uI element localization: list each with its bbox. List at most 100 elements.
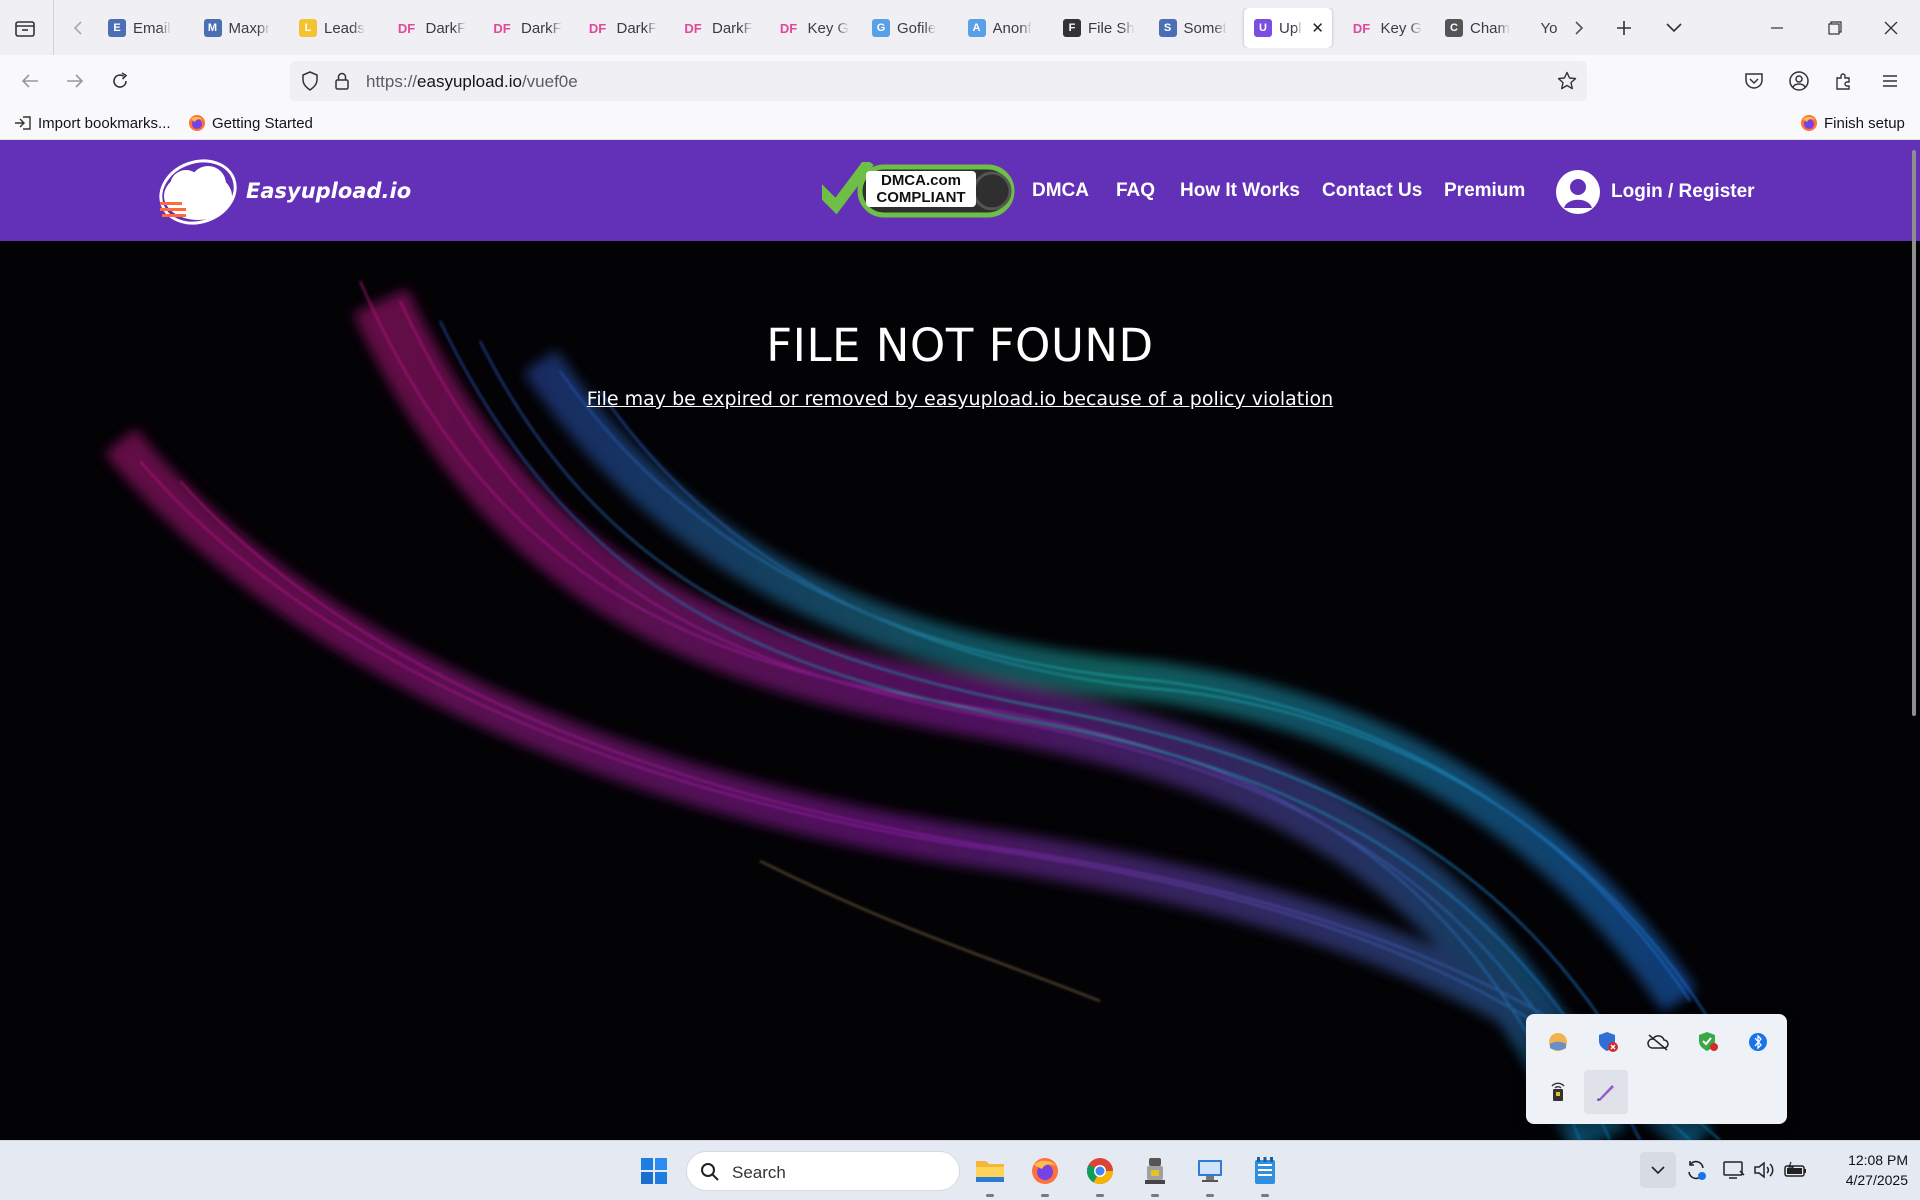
tab-favicon-icon: L <box>299 19 317 37</box>
url-scheme: https:// <box>366 72 418 91</box>
url-text[interactable]: https://easyupload.io/vuef0e <box>366 72 578 92</box>
chrome-taskbar-icon[interactable] <box>1080 1151 1120 1197</box>
file-removed-message-link[interactable]: File may be expired or removed by easyup… <box>0 388 1920 410</box>
login-register-link[interactable]: Login / Register <box>1611 181 1755 203</box>
minimize-icon[interactable] <box>1762 14 1792 42</box>
running-indicator <box>1261 1194 1269 1197</box>
browser-tab[interactable]: DF DarkF <box>385 8 477 48</box>
file-explorer-icon[interactable] <box>970 1151 1010 1197</box>
antivirus-check-icon[interactable] <box>1686 1020 1730 1064</box>
windows-start-icon[interactable] <box>634 1151 674 1191</box>
notepad-icon[interactable] <box>1245 1151 1285 1197</box>
tab-scroll-left-icon[interactable] <box>66 14 90 42</box>
tab-title: Key G <box>807 19 850 37</box>
tab-title: Email <box>133 19 171 37</box>
tracking-protection-shield-icon[interactable] <box>298 69 322 93</box>
restore-icon[interactable] <box>1820 14 1850 42</box>
tab-title: DarkF <box>425 19 467 37</box>
bluetooth-icon[interactable] <box>1736 1020 1780 1064</box>
list-all-tabs-icon[interactable] <box>1659 14 1689 42</box>
finish-setup-button[interactable]: Finish setup <box>1800 112 1905 134</box>
nav-contact-us[interactable]: Contact Us <box>1322 180 1422 202</box>
app-tools-icon[interactable] <box>1135 1151 1175 1197</box>
battery-icon[interactable] <box>1782 1156 1810 1184</box>
search-placeholder: Search <box>732 1163 786 1182</box>
onedrive-offline-icon[interactable] <box>1636 1020 1680 1064</box>
tabs: E Email M Maxpr L Leads DF DarkF DF DarkF DF DarkF D… <box>98 8 1558 48</box>
reload-icon[interactable] <box>104 65 136 97</box>
bookmark-star-icon[interactable] <box>1555 69 1579 93</box>
clock-date: 4/27/2025 <box>1845 1172 1908 1188</box>
taskbar-search-box[interactable]: Search <box>686 1151 960 1191</box>
page-title: FILE NOT FOUND <box>766 319 1154 372</box>
bookmark-import[interactable]: Import bookmarks... <box>14 112 171 134</box>
tab-title: File Sh <box>1088 19 1135 37</box>
show-hidden-icons-chevron-up-icon[interactable] <box>1640 1152 1676 1188</box>
nav-how-it-works[interactable]: How It Works <box>1180 180 1300 202</box>
clock-time: 12:08 PM <box>1848 1152 1908 1168</box>
sync-icon[interactable] <box>1682 1156 1710 1184</box>
back-icon[interactable] <box>14 65 46 97</box>
dmca-compliant-badge[interactable]: DMCA.com COMPLIANT <box>822 162 1018 220</box>
lock-icon[interactable] <box>330 69 354 93</box>
tab-title: You <box>1540 19 1559 37</box>
tab-favicon-icon: F <box>1063 19 1081 37</box>
tab-title: Gofile <box>897 19 937 37</box>
browser-tab[interactable]: DF Key G <box>767 8 859 48</box>
tab-strip: E Email M Maxpr L Leads DF DarkF DF DarkF DF DarkF D… <box>0 0 1920 55</box>
user-avatar-icon[interactable] <box>1556 170 1600 214</box>
tab-list-icon[interactable] <box>10 14 40 42</box>
weather-app-icon[interactable] <box>1536 1020 1580 1064</box>
pocket-icon[interactable] <box>1738 65 1770 97</box>
browser-tab[interactable]: L Leads <box>289 8 381 48</box>
tab-scroll-right-icon[interactable] <box>1564 14 1594 42</box>
browser-tab[interactable]: U Upl ✕ <box>1244 8 1332 48</box>
running-indicator <box>1151 1194 1159 1197</box>
account-icon[interactable] <box>1783 65 1815 97</box>
browser-tab[interactable]: C Cham <box>1435 8 1527 48</box>
firefox-taskbar-icon[interactable] <box>1025 1151 1065 1197</box>
browser-tab[interactable]: F File Sh <box>1053 8 1145 48</box>
tab-title: DarkF <box>521 19 562 37</box>
cloud-logo-icon <box>159 159 237 225</box>
pen-app-icon[interactable] <box>1584 1070 1628 1114</box>
divider <box>53 0 54 55</box>
taskbar-clock[interactable]: 12:08 PM 4/27/2025 <box>1818 1150 1908 1190</box>
tab-favicon-icon: E <box>108 19 126 37</box>
site-header: Easyupload.io DMCA.com COMPLIANT DMCA FAQ… <box>0 140 1920 241</box>
forward-icon[interactable] <box>59 65 91 97</box>
browser-tab[interactable]: You <box>1531 8 1559 48</box>
url-bar[interactable]: https://easyupload.io/vuef0e <box>290 61 1587 101</box>
new-tab-icon[interactable] <box>1609 14 1639 42</box>
browser-tab[interactable]: DF DarkF <box>480 8 572 48</box>
volume-icon[interactable] <box>1750 1156 1778 1184</box>
browser-tab[interactable]: E Email <box>98 8 190 48</box>
tab-title: Maxpr <box>228 19 271 37</box>
browser-tab[interactable]: DF Key G <box>1340 8 1432 48</box>
browser-tab[interactable]: S Somet <box>1149 8 1241 48</box>
network-monitor-icon[interactable] <box>1720 1156 1748 1184</box>
tab-favicon-icon: DF <box>588 20 607 36</box>
menu-icon[interactable] <box>1874 65 1906 97</box>
browser-tab[interactable]: M Maxpr <box>194 8 286 48</box>
close-tab-icon[interactable]: ✕ <box>1311 19 1324 37</box>
nav-faq[interactable]: FAQ <box>1116 180 1155 202</box>
browser-tab[interactable]: G Gofile <box>862 8 954 48</box>
firefox-icon <box>1800 114 1818 132</box>
extensions-icon[interactable] <box>1828 65 1860 97</box>
remote-desktop-icon[interactable] <box>1190 1151 1230 1197</box>
browser-tab[interactable]: A Anonf <box>958 8 1050 48</box>
network-adapter-icon[interactable] <box>1536 1070 1580 1114</box>
page-scrollbar[interactable] <box>1912 150 1916 716</box>
security-shield-icon[interactable] <box>1586 1020 1630 1064</box>
tab-favicon-icon: C <box>1445 19 1463 37</box>
bookmark-getting-started[interactable]: Getting Started <box>188 112 313 134</box>
browser-tab[interactable]: DF DarkF <box>671 8 763 48</box>
site-logo-text: Easyupload.io <box>246 179 412 203</box>
site-logo[interactable]: Easyupload.io <box>158 156 411 226</box>
nav-premium[interactable]: Premium <box>1444 180 1525 202</box>
close-window-icon[interactable] <box>1876 14 1906 42</box>
running-indicator <box>1041 1194 1049 1197</box>
browser-tab[interactable]: DF DarkF <box>576 8 668 48</box>
nav-dmca[interactable]: DMCA <box>1032 180 1089 202</box>
